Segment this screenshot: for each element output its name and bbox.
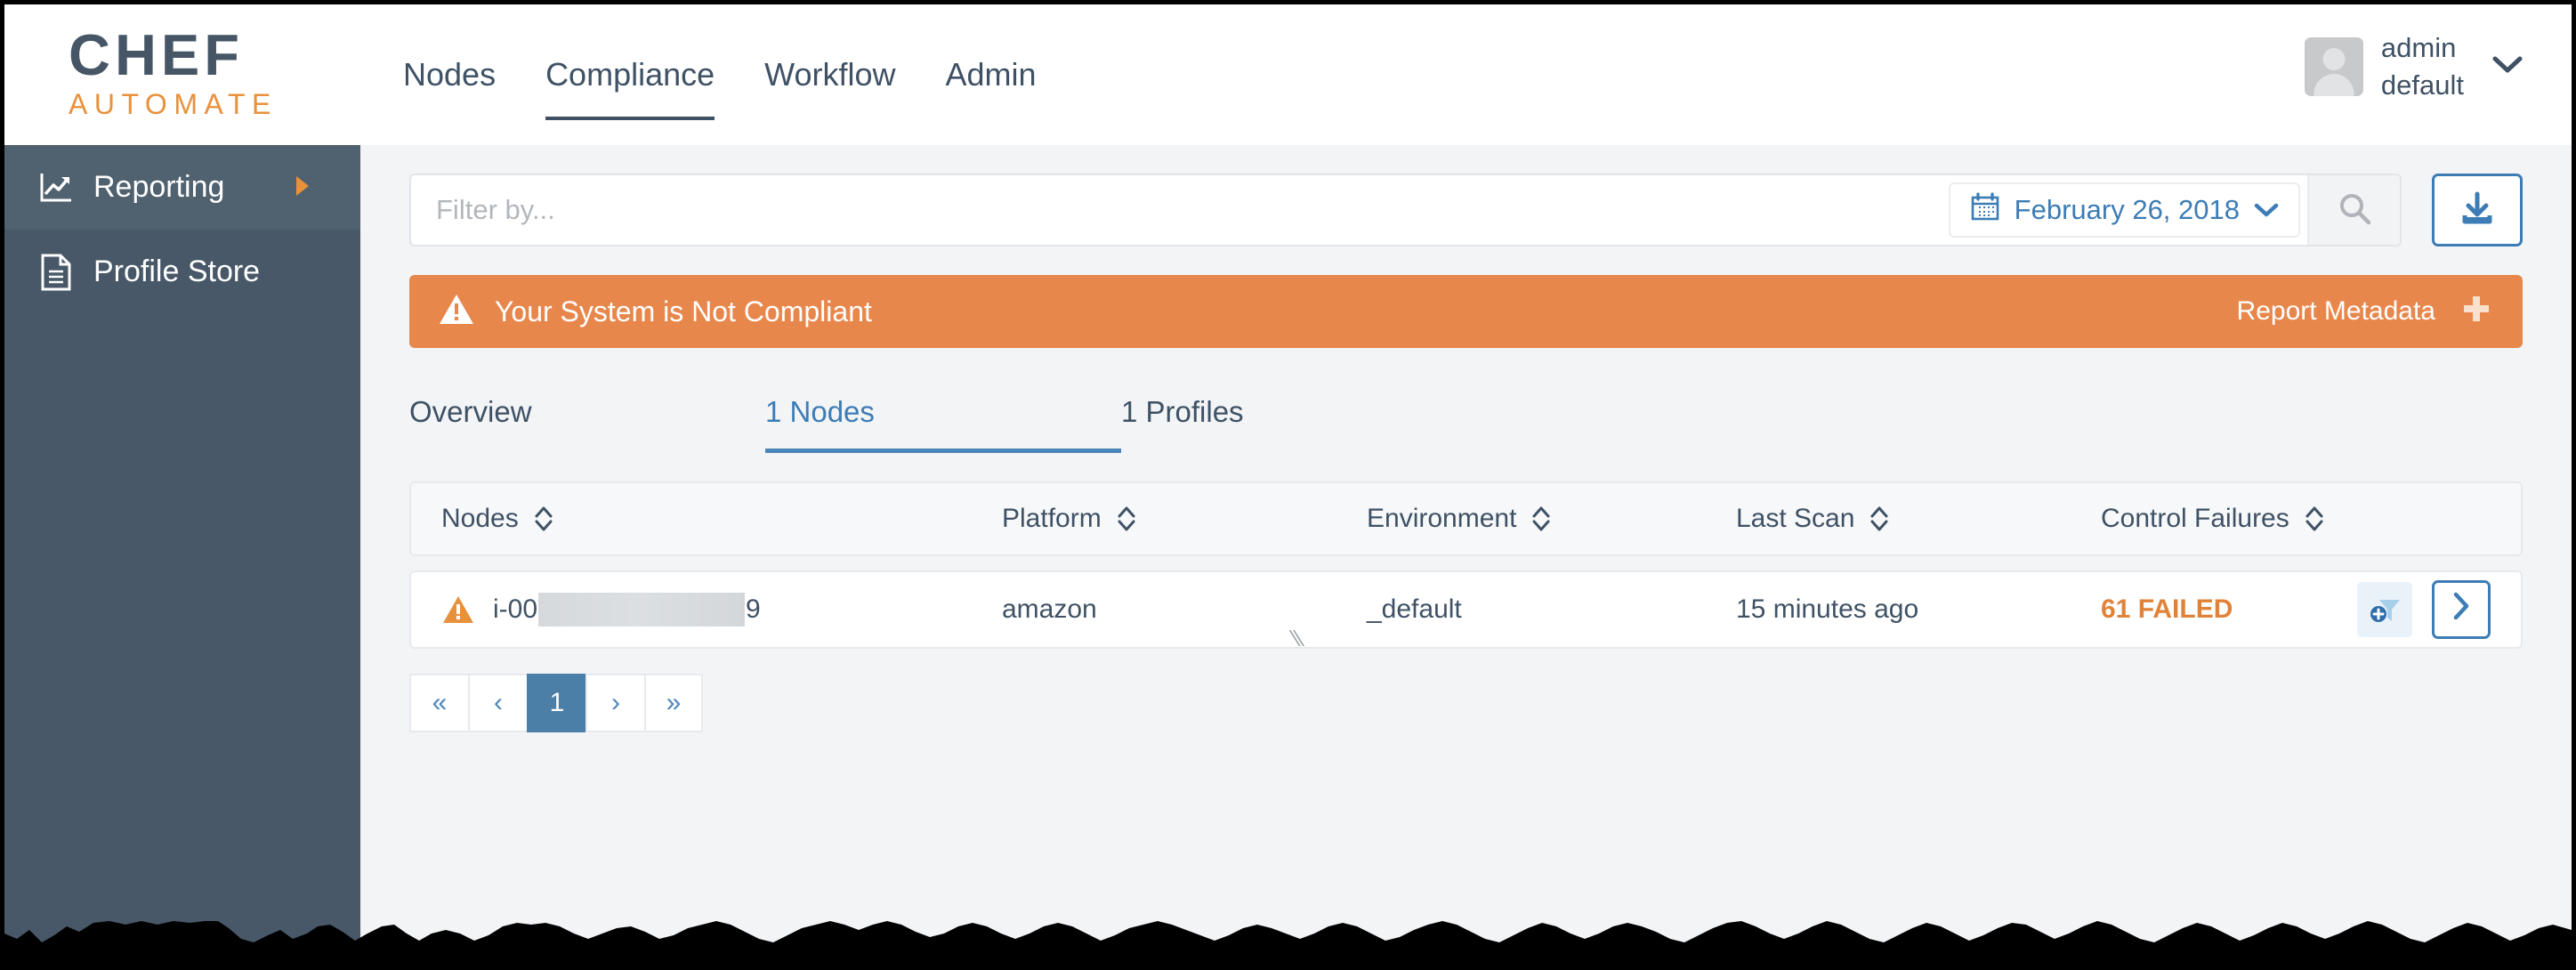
- date-range-picker[interactable]: February 26, 2018: [1948, 182, 2300, 238]
- sort-toggle-icon[interactable]: [533, 504, 554, 534]
- column-label: Platform: [1002, 504, 1102, 533]
- sidebar-item-label: Profile Store: [93, 255, 261, 288]
- column-header-platform[interactable]: Platform: [1002, 504, 1367, 534]
- sidebar: Reporting Profile Store: [4, 145, 360, 966]
- sort-toggle-icon[interactable]: [1530, 504, 1552, 534]
- search-button[interactable]: [2307, 175, 2400, 245]
- primary-nav: Nodes Compliance Workflow Admin: [378, 4, 1062, 145]
- cell-node: i-00 9: [441, 593, 1002, 626]
- user-identity: admin default: [2381, 29, 2464, 104]
- app-window: CHEF AUTOMATE Nodes Compliance Workflow …: [0, 0, 2576, 970]
- failed-count: 61 FAILED: [2101, 594, 2233, 624]
- tab-nodes[interactable]: 1 Nodes: [765, 371, 1121, 453]
- search-input[interactable]: [411, 175, 1949, 245]
- cell-last-scan: 15 minutes ago: [1736, 594, 1919, 624]
- nodes-table: Nodes Platform Environment Last Scan Con…: [409, 481, 2523, 732]
- plus-icon: [2460, 293, 2492, 331]
- redacted-node-id: [538, 593, 746, 626]
- calendar-icon: [1970, 191, 2000, 229]
- resize-handle[interactable]: ∕∕: [1292, 625, 1300, 651]
- column-header-nodes[interactable]: Nodes: [441, 504, 1002, 534]
- top-header: CHEF AUTOMATE Nodes Compliance Workflow …: [4, 4, 2572, 145]
- report-metadata-toggle[interactable]: Report Metadata: [2237, 293, 2492, 331]
- node-name-suffix: 9: [746, 594, 761, 624]
- sort-toggle-icon[interactable]: [1869, 504, 1890, 534]
- column-header-last-scan[interactable]: Last Scan: [1736, 504, 2101, 534]
- cell-environment: _default: [1367, 594, 1462, 624]
- sidebar-item-reporting[interactable]: Reporting: [4, 145, 360, 230]
- banner-title: Your System is Not Compliant: [495, 295, 872, 327]
- column-header-control-failures[interactable]: Control Failures: [2101, 504, 2491, 534]
- pagination-last[interactable]: »: [644, 674, 703, 732]
- funnel-plus-icon[interactable]: [2357, 582, 2412, 637]
- column-label: Control Failures: [2101, 504, 2289, 533]
- cell-platform: amazon: [1002, 594, 1097, 624]
- tab-overview[interactable]: Overview: [409, 371, 765, 453]
- nav-item-admin[interactable]: Admin: [921, 4, 1062, 145]
- brand-logo[interactable]: CHEF AUTOMATE: [4, 26, 360, 124]
- column-label: Nodes: [441, 504, 519, 533]
- tab-label: 1 Nodes: [765, 395, 875, 428]
- row-actions: [2357, 580, 2491, 639]
- chevron-right-icon[interactable]: [294, 174, 311, 201]
- node-name-prefix: i-00: [493, 594, 538, 624]
- sort-toggle-icon[interactable]: [2304, 504, 2325, 534]
- sort-toggle-icon[interactable]: [1116, 504, 1137, 534]
- pagination-page-1[interactable]: 1: [527, 674, 585, 732]
- nav-label: Workflow: [764, 56, 896, 93]
- sidebar-item-label: Reporting: [93, 170, 225, 204]
- filter-toolbar: February 26, 2018: [409, 174, 2523, 247]
- date-label: February 26, 2018: [2014, 194, 2240, 225]
- warning-triangle-icon: [441, 594, 475, 626]
- nav-item-workflow[interactable]: Workflow: [739, 4, 920, 145]
- nav-item-nodes[interactable]: Nodes: [378, 4, 521, 145]
- download-icon: [2458, 189, 2497, 232]
- table-row[interactable]: i-00 9 amazon _default 15 minutes ago 61…: [409, 570, 2523, 651]
- nav-label: Nodes: [403, 56, 497, 93]
- brand-product: AUTOMATE: [69, 88, 278, 121]
- avatar: [2304, 36, 2363, 96]
- chart-line-icon: [36, 168, 76, 207]
- pagination-prev[interactable]: ‹: [468, 674, 527, 732]
- nav-item-compliance[interactable]: Compliance: [521, 4, 739, 145]
- column-label: Environment: [1367, 504, 1517, 533]
- document-icon: [36, 253, 76, 292]
- table-header-row: Nodes Platform Environment Last Scan Con…: [409, 481, 2523, 556]
- cell-control-failures: 61 FAILED: [2101, 580, 2491, 639]
- pagination-first[interactable]: «: [409, 674, 468, 732]
- column-label: Last Scan: [1736, 504, 1855, 533]
- chevron-right-icon: [2450, 591, 2473, 628]
- user-menu[interactable]: admin default: [2304, 29, 2523, 104]
- tab-label: 1 Profiles: [1121, 395, 1244, 428]
- node-detail-button[interactable]: [2432, 580, 2491, 639]
- nav-label: Compliance: [545, 56, 715, 93]
- filter-bar: February 26, 2018: [409, 174, 2402, 247]
- column-header-environment[interactable]: Environment: [1367, 504, 1736, 534]
- report-tabs: Overview 1 Nodes 1 Profiles: [409, 371, 2523, 453]
- export-download-button[interactable]: [2432, 174, 2523, 247]
- compliance-banner: Your System is Not Compliant Report Meta…: [409, 275, 2523, 348]
- pagination: « ‹ 1 › »: [409, 674, 2523, 732]
- user-org: default: [2380, 69, 2464, 101]
- tab-profiles[interactable]: 1 Profiles: [1121, 371, 1477, 453]
- user-name: admin: [2380, 32, 2457, 63]
- pagination-next[interactable]: ›: [585, 674, 644, 732]
- torn-edge-decoration: [4, 921, 2572, 966]
- chevron-down-icon: [2254, 194, 2279, 226]
- report-metadata-label: Report Metadata: [2236, 296, 2435, 326]
- chevron-down-icon[interactable]: [2492, 53, 2523, 80]
- main-content: February 26, 2018: [360, 145, 2572, 966]
- sidebar-item-profile-store[interactable]: Profile Store: [4, 230, 360, 314]
- tab-label: Overview: [409, 395, 532, 428]
- brand-name: CHEF: [69, 22, 244, 88]
- warning-triangle-icon: [438, 292, 475, 332]
- nav-label: Admin: [945, 56, 1037, 93]
- search-icon: [2336, 190, 2373, 231]
